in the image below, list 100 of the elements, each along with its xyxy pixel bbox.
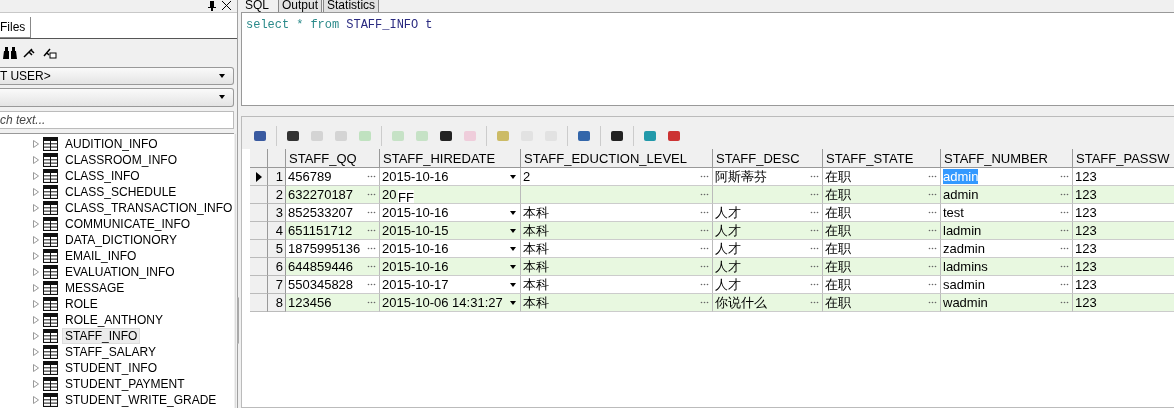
table-cell: 人才 (715, 276, 741, 293)
ellipsis-icon[interactable] (928, 247, 937, 250)
tree-item[interactable]: STUDENT_PAYMENT (62, 376, 188, 392)
caret-icon[interactable] (510, 264, 516, 269)
table-cell: 123 (1075, 205, 1097, 220)
ellipsis-icon[interactable] (367, 193, 376, 196)
tree-item[interactable]: CLASS_INFO (62, 168, 143, 184)
ellipsis-icon[interactable] (1060, 247, 1069, 250)
ellipsis-icon[interactable] (367, 283, 376, 286)
tree-item[interactable]: COMMUNICATE_INFO (62, 216, 194, 232)
ellipsis-icon[interactable] (810, 301, 819, 304)
caret-icon[interactable] (510, 228, 516, 233)
tree-item[interactable]: AUDITION_INFO (62, 136, 161, 152)
ellipsis-icon[interactable] (928, 265, 937, 268)
tree-item[interactable]: STUDENT_WRITE_GRADE (62, 392, 220, 408)
column-header[interactable]: STAFF_STATE (823, 149, 941, 168)
ellipsis-icon[interactable] (1060, 229, 1069, 232)
pin-icon[interactable] (208, 0, 216, 11)
ellipsis-icon[interactable] (700, 193, 709, 196)
ellipsis-icon[interactable] (810, 193, 819, 196)
ellipsis-icon[interactable] (810, 211, 819, 214)
row-number: 8 (268, 294, 286, 312)
table-cell: sadmin (943, 277, 985, 292)
column-header[interactable]: STAFF_PASSW (1073, 149, 1174, 168)
caret-icon[interactable] (510, 300, 516, 305)
row-number: 1 (268, 168, 286, 186)
ellipsis-icon[interactable] (367, 229, 376, 232)
scrollbar[interactable] (235, 134, 237, 408)
table-cell: ladmins (943, 259, 988, 274)
tree-item[interactable]: DATA_DICTIONORY (62, 232, 180, 248)
table-cell: 651151712 (288, 223, 353, 238)
key-icon[interactable] (43, 47, 57, 60)
ellipsis-icon[interactable] (1060, 283, 1069, 286)
tree-item[interactable]: MESSAGE (62, 280, 128, 296)
key-icon[interactable] (23, 47, 37, 60)
ellipsis-icon[interactable] (810, 283, 819, 286)
ellipsis-icon[interactable] (1060, 175, 1069, 178)
ellipsis-icon[interactable] (700, 301, 709, 304)
ellipsis-icon[interactable] (928, 211, 937, 214)
sql-editor[interactable]: select * from STAFF_INFO t (241, 12, 1174, 106)
tree-item[interactable]: ROLE_ANTHONY (62, 312, 167, 328)
caret-icon[interactable] (219, 95, 225, 100)
ellipsis-icon[interactable] (700, 229, 709, 232)
tree-item[interactable]: CLASS_TRANSACTION_INFO (62, 200, 236, 216)
close-icon[interactable] (222, 1, 231, 11)
ellipsis-icon[interactable] (810, 247, 819, 250)
ellipsis-icon[interactable] (928, 283, 937, 286)
scrollbar-thumb[interactable] (237, 297, 240, 344)
ellipsis-icon[interactable] (1060, 265, 1069, 268)
table-cell: 632270187 (288, 187, 354, 202)
ellipsis-icon[interactable] (700, 283, 709, 286)
ellipsis-icon[interactable] (928, 229, 937, 232)
ellipsis-icon[interactable] (367, 211, 376, 214)
ellipsis-icon[interactable] (1060, 193, 1069, 196)
cell-editor[interactable]: FF (398, 190, 414, 203)
tree-item[interactable]: STAFF_INFO (62, 328, 141, 344)
column-header[interactable]: STAFF_NUMBER (941, 149, 1073, 168)
table-icon (43, 185, 58, 199)
caret-icon[interactable] (510, 246, 516, 251)
column-header[interactable]: STAFF_QQ (286, 149, 380, 168)
ellipsis-icon[interactable] (810, 175, 819, 178)
table-cell: 123 (1075, 187, 1097, 202)
tree-item[interactable]: CLASS_SCHEDULE (62, 184, 180, 200)
table-cell: zadmin (943, 241, 985, 256)
ellipsis-icon[interactable] (810, 265, 819, 268)
user-dropdown[interactable]: T USER> (0, 66, 234, 86)
table-cell: 123 (1075, 259, 1097, 274)
ellipsis-icon[interactable] (700, 211, 709, 214)
search-field[interactable]: ch text... (0, 110, 234, 129)
caret-icon[interactable] (219, 74, 225, 79)
tab[interactable]: Statistics (323, 0, 380, 12)
caret-icon[interactable] (510, 174, 516, 179)
column-header[interactable]: STAFF_DESC (713, 149, 823, 168)
ellipsis-icon[interactable] (1060, 211, 1069, 214)
ellipsis-icon[interactable] (700, 265, 709, 268)
ellipsis-icon[interactable] (928, 193, 937, 196)
ellipsis-icon[interactable] (810, 229, 819, 232)
ellipsis-icon[interactable] (367, 301, 376, 304)
ellipsis-icon[interactable] (700, 247, 709, 250)
tree-item[interactable]: EVALUATION_INFO (62, 264, 178, 280)
tree-item[interactable]: CLASSROOM_INFO (62, 152, 181, 168)
column-header[interactable]: STAFF_EDUCTION_LEVEL (521, 149, 713, 168)
table-cell: 2015-10-15 (382, 223, 449, 238)
ellipsis-icon[interactable] (367, 247, 376, 250)
tree-item[interactable]: EMAIL_INFO (62, 248, 140, 264)
ellipsis-icon[interactable] (928, 301, 937, 304)
ellipsis-icon[interactable] (367, 175, 376, 178)
ellipsis-icon[interactable] (700, 175, 709, 178)
row-indicator[interactable] (250, 168, 268, 186)
tree-item[interactable]: ROLE (62, 296, 101, 312)
caret-icon[interactable] (510, 282, 516, 287)
caret-icon[interactable] (510, 210, 516, 215)
ellipsis-icon[interactable] (928, 175, 937, 178)
column-header[interactable]: STAFF_HIREDATE (380, 149, 521, 168)
tree-item[interactable]: STUDENT_INFO (62, 360, 160, 376)
tab[interactable]: Output (278, 0, 323, 12)
ellipsis-icon[interactable] (367, 265, 376, 268)
files-tab[interactable]: Files (0, 16, 32, 38)
tree-item[interactable]: STAFF_SALARY (62, 344, 159, 360)
ellipsis-icon[interactable] (1060, 301, 1069, 304)
